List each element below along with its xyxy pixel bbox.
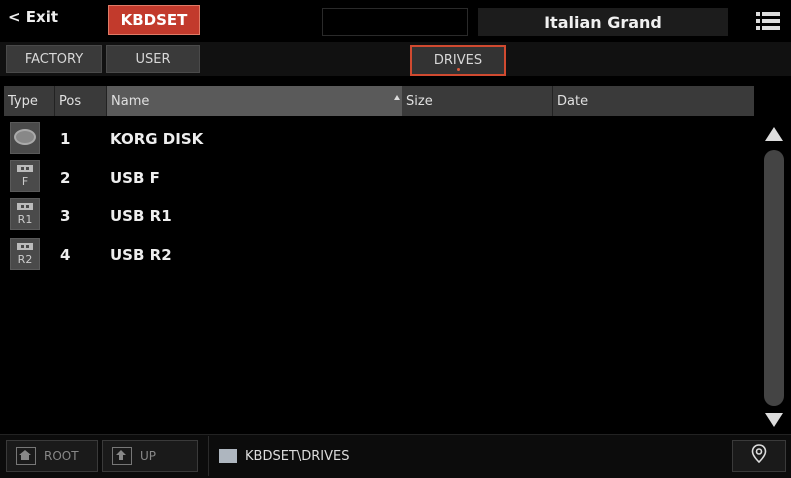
tab-drives[interactable]: DRIVES: [410, 45, 506, 76]
row-name: USB F: [110, 169, 160, 187]
tab-drives-label: DRIVES: [433, 53, 483, 68]
location-pin-button[interactable]: [732, 440, 786, 472]
selected-indicator: [457, 68, 460, 71]
usb-port-label: R2: [17, 253, 33, 266]
folder-icon: [219, 449, 237, 463]
up-button[interactable]: UP: [102, 440, 198, 472]
row-pos: 4: [60, 246, 71, 264]
usb-port-label: R1: [17, 213, 33, 226]
column-header-type[interactable]: Type: [4, 86, 54, 116]
row-name: USB R2: [110, 246, 172, 264]
column-header-date[interactable]: Date: [552, 86, 754, 116]
disk-icon: [10, 122, 40, 154]
tab-user[interactable]: USER: [106, 45, 200, 73]
scrollbar-track[interactable]: [764, 150, 784, 406]
column-header-pos[interactable]: Pos: [54, 86, 106, 116]
usb-icon: R2: [10, 238, 40, 270]
location-pin-icon: [751, 444, 767, 468]
exit-button[interactable]: < Exit: [8, 8, 58, 26]
column-header-name-label: Name: [111, 93, 150, 109]
row-name: KORG DISK: [110, 130, 204, 148]
tab-factory[interactable]: FACTORY: [6, 45, 102, 73]
sound-name[interactable]: Italian Grand: [478, 8, 728, 36]
column-header-size[interactable]: Size: [402, 86, 552, 116]
root-button[interactable]: ROOT: [6, 440, 98, 472]
row-pos: 2: [60, 169, 71, 187]
scroll-up-icon[interactable]: [762, 124, 786, 144]
root-label: ROOT: [44, 449, 79, 463]
usb-icon: F: [10, 160, 40, 192]
up-arrow-icon: [112, 447, 132, 465]
scroll-down-icon[interactable]: [762, 410, 786, 430]
up-label: UP: [140, 449, 157, 463]
sort-ascending-icon: [394, 95, 400, 100]
kbdset-badge[interactable]: KBDSET: [108, 5, 200, 35]
row-pos: 3: [60, 207, 71, 225]
usb-icon: R1: [10, 198, 40, 230]
menu-icon[interactable]: [756, 11, 780, 31]
home-icon: [16, 447, 36, 465]
row-name: USB R1: [110, 207, 172, 225]
row-pos: 1: [60, 130, 71, 148]
display-area: [322, 8, 468, 36]
path-display: KBDSET\DRIVES: [208, 436, 728, 476]
column-header-name[interactable]: Name: [106, 86, 402, 116]
usb-port-label: F: [21, 175, 29, 188]
current-path: KBDSET\DRIVES: [245, 448, 350, 464]
